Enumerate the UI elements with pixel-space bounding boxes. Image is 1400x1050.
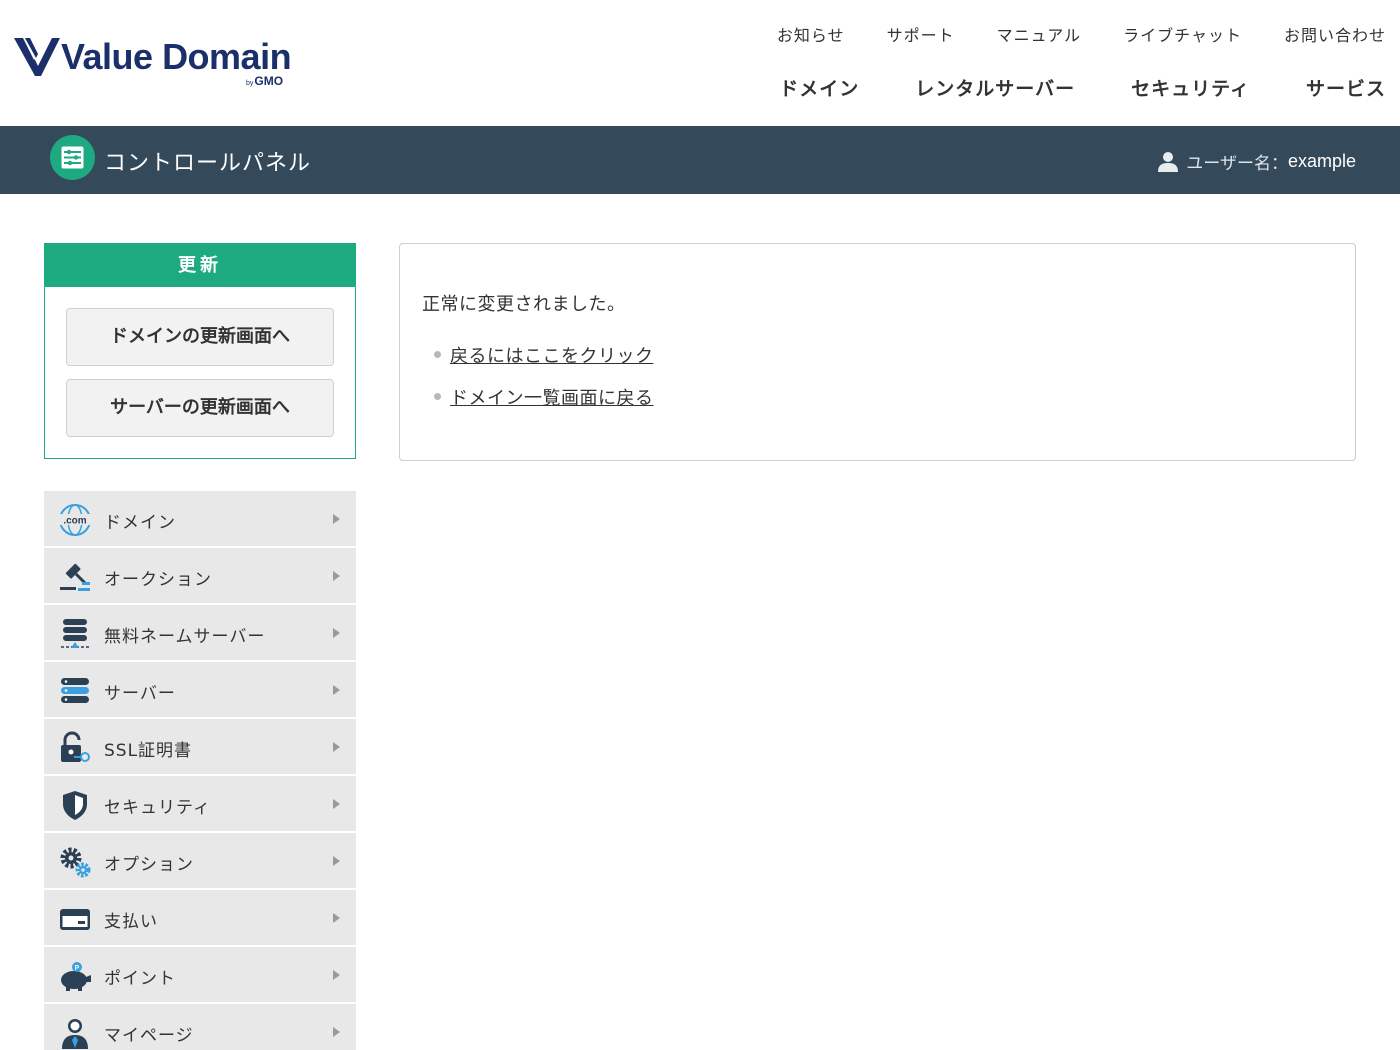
result-message-box: 正常に変更されました。 戻るにはここをクリック ドメイン一覧画面に戻る	[399, 243, 1356, 461]
server-renewal-button[interactable]: サーバーの更新画面へ	[66, 379, 334, 437]
nav-support[interactable]: サポート	[887, 22, 955, 46]
nav-news[interactable]: お知らせ	[777, 22, 845, 46]
globe-com-icon: .com	[58, 503, 92, 537]
chevron-right-icon	[333, 685, 340, 695]
sidemenu-item-server[interactable]: サーバー	[44, 662, 356, 719]
sidemenu-item-option[interactable]: オプション	[44, 833, 356, 890]
success-message: 正常に変更されました。	[422, 294, 626, 315]
nav-domain[interactable]: ドメイン	[779, 74, 859, 101]
domain-list-link[interactable]: ドメイン一覧画面に戻る	[450, 388, 654, 409]
utility-nav: お知らせ サポート マニュアル ライブチャット お問い合わせ	[735, 22, 1386, 46]
server-icon	[58, 674, 92, 708]
chevron-right-icon	[333, 571, 340, 581]
user-info: ユーザー名： example	[1158, 149, 1356, 174]
sidemenu-label: 無料ネームサーバー	[104, 627, 266, 647]
gavel-icon	[58, 560, 92, 594]
nav-manual[interactable]: マニュアル	[997, 22, 1082, 46]
nav-contact[interactable]: お問い合わせ	[1284, 22, 1386, 46]
ssl-lock-icon	[58, 731, 92, 765]
nav-service[interactable]: サービス	[1306, 74, 1386, 101]
sidemenu-label: ドメイン	[104, 513, 176, 533]
sidemenu-label: オプション	[104, 855, 194, 875]
renewal-heading: 更新	[45, 244, 355, 287]
username: example	[1287, 151, 1356, 171]
control-panel-bar: コントロールパネル ユーザー名： example	[0, 126, 1400, 194]
side-menu: .com ドメイン オークション 無料ネームサーバー サーバー SSL証明書 セ…	[44, 491, 356, 1050]
chevron-right-icon	[333, 514, 340, 524]
list-item: ドメイン一覧画面に戻る	[434, 384, 654, 410]
chevron-right-icon	[333, 970, 340, 980]
piggy-bank-icon: P	[58, 959, 92, 993]
sidemenu-item-free-nameserver[interactable]: 無料ネームサーバー	[44, 605, 356, 662]
sidemenu-label: サーバー	[104, 684, 176, 704]
sidemenu-item-ssl[interactable]: SSL証明書	[44, 719, 356, 776]
svg-text:.com: .com	[63, 516, 86, 527]
user-icon	[58, 1016, 92, 1050]
sidemenu-item-auction[interactable]: オークション	[44, 548, 356, 605]
value-domain-logo[interactable]: Value Domain byGMO	[14, 36, 304, 92]
chevron-right-icon	[333, 913, 340, 923]
nav-rental-server[interactable]: レンタルサーバー	[915, 74, 1075, 101]
sidemenu-label: 支払い	[104, 912, 158, 932]
chevron-right-icon	[333, 856, 340, 866]
sidemenu-label: セキュリティ	[104, 798, 211, 818]
sidemenu-label: ポイント	[104, 969, 176, 989]
nameserver-icon	[58, 617, 92, 651]
credit-card-icon	[58, 902, 92, 936]
sidemenu-label: オークション	[104, 570, 212, 590]
user-label: ユーザー名：	[1186, 154, 1288, 174]
chevron-right-icon	[333, 742, 340, 752]
renewal-panel: 更新 ドメインの更新画面へ サーバーの更新画面へ	[44, 243, 356, 459]
chevron-right-icon	[333, 799, 340, 809]
control-panel-title[interactable]: コントロールパネル	[104, 145, 311, 177]
gears-icon	[58, 845, 92, 879]
main-nav: ドメイン レンタルサーバー セキュリティ サービス	[723, 74, 1386, 101]
chevron-right-icon	[333, 628, 340, 638]
sidemenu-item-security[interactable]: セキュリティ	[44, 776, 356, 833]
logo-v-icon	[14, 38, 60, 76]
sidemenu-item-domain[interactable]: .com ドメイン	[44, 491, 356, 548]
nav-security[interactable]: セキュリティ	[1131, 74, 1250, 101]
chevron-right-icon	[333, 1027, 340, 1037]
svg-text:P: P	[75, 965, 80, 972]
control-panel-icon	[50, 135, 95, 180]
shield-icon	[58, 788, 92, 822]
logo-gmo: byGMO	[246, 74, 284, 88]
user-icon	[1158, 152, 1179, 172]
site-header: Value Domain byGMO お知らせ サポート マニュアル ライブチャ…	[0, 0, 1400, 126]
nav-live-chat[interactable]: ライブチャット	[1123, 22, 1242, 46]
sidemenu-label: マイページ	[104, 1026, 194, 1046]
sidemenu-item-point[interactable]: P ポイント	[44, 947, 356, 1004]
back-link[interactable]: 戻るにはここをクリック	[450, 346, 654, 367]
result-links: 戻るにはここをクリック ドメイン一覧画面に戻る	[434, 342, 654, 426]
list-item: 戻るにはここをクリック	[434, 342, 654, 368]
domain-renewal-button[interactable]: ドメインの更新画面へ	[66, 308, 334, 366]
sidemenu-label: SSL証明書	[104, 741, 193, 761]
logo-text: Value Domain	[61, 36, 292, 77]
sidemenu-item-mypage[interactable]: マイページ	[44, 1004, 356, 1050]
sidemenu-item-payment[interactable]: 支払い	[44, 890, 356, 947]
